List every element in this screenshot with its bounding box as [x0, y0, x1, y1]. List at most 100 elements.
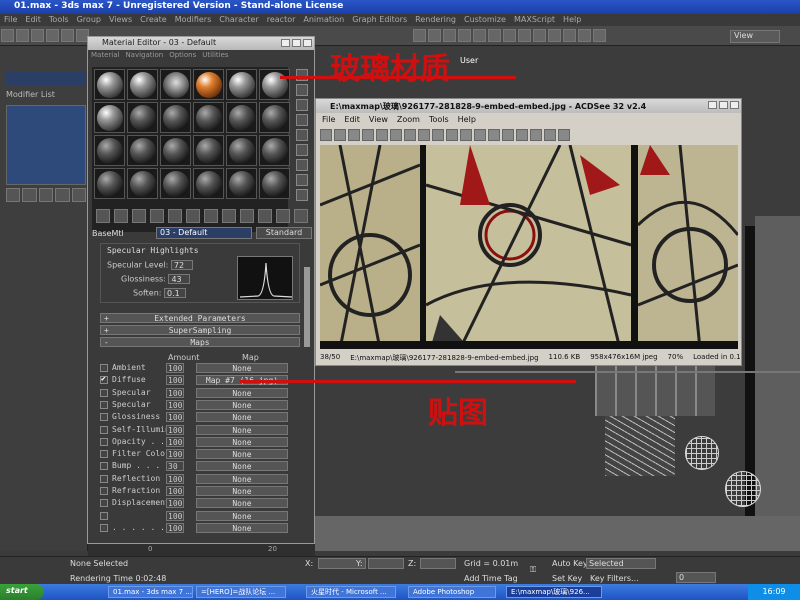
map-amount-spinner[interactable]: 30	[166, 461, 184, 472]
map-amount-spinner[interactable]: 100	[166, 412, 184, 423]
print-icon[interactable]	[390, 129, 402, 141]
sample-slot[interactable]	[259, 69, 290, 100]
acdsee-menu-tools[interactable]: Tools	[429, 115, 449, 127]
zoom-fit-icon[interactable]	[432, 129, 444, 141]
acdsee-menu-edit[interactable]: Edit	[344, 115, 360, 127]
acdsee-menu-zoom[interactable]: Zoom	[397, 115, 420, 127]
key-icon[interactable]: ⚿	[530, 565, 536, 575]
get-material-icon[interactable]	[96, 209, 110, 223]
maximize-icon[interactable]	[719, 101, 728, 109]
sample-slot[interactable]	[193, 135, 224, 166]
map-slot-button[interactable]: None	[196, 399, 288, 410]
bind-icon[interactable]	[61, 29, 74, 42]
map-slot-button[interactable]: None	[196, 436, 288, 447]
menu-navigation[interactable]: Navigation	[125, 51, 163, 61]
map-slot-button[interactable]: None	[196, 473, 288, 484]
show-map-icon[interactable]	[240, 209, 254, 223]
sample-slot[interactable]	[226, 102, 257, 133]
map-slot-button[interactable]: None	[196, 449, 288, 460]
select-scale-icon[interactable]	[442, 29, 456, 42]
menu-customize[interactable]: Customize	[464, 15, 506, 25]
map-amount-spinner[interactable]: 100	[166, 399, 184, 410]
soften-spinner[interactable]: 0.1	[164, 288, 187, 298]
sample-slot[interactable]	[127, 168, 158, 199]
task-photoshop[interactable]: Adobe Photoshop	[408, 586, 496, 598]
sample-type-icon[interactable]	[296, 69, 308, 81]
time-slider[interactable]: 0 20	[88, 544, 315, 556]
map-enable-checkbox[interactable]	[100, 511, 108, 520]
glossiness-spinner[interactable]: 43	[168, 274, 191, 284]
rollout-supersampling[interactable]: + SuperSampling	[100, 325, 300, 335]
y-coordinate-field[interactable]	[368, 558, 404, 569]
go-to-parent-icon[interactable]	[276, 209, 290, 223]
rotate-left-icon[interactable]	[460, 129, 472, 141]
zoom-out-icon[interactable]	[418, 129, 430, 141]
settings-icon[interactable]	[544, 129, 556, 141]
redo-icon[interactable]	[16, 29, 29, 42]
minimize-icon[interactable]	[708, 101, 717, 109]
menu-utilities[interactable]: Utilities	[202, 51, 228, 61]
specular-level-spinner[interactable]: 72	[170, 260, 193, 270]
rotate-right-icon[interactable]	[474, 129, 486, 141]
map-enable-checkbox[interactable]	[100, 413, 108, 422]
map-enable-checkbox[interactable]	[100, 400, 108, 409]
map-enable-checkbox[interactable]	[100, 425, 108, 434]
sample-slot[interactable]	[160, 102, 191, 133]
menu-edit[interactable]: Edit	[25, 15, 41, 25]
put-to-scene-icon[interactable]	[114, 209, 128, 223]
make-unique-icon[interactable]	[38, 188, 54, 202]
menu-reactor[interactable]: reactor	[267, 15, 296, 25]
object-name-field[interactable]	[6, 72, 86, 86]
go-forward-icon[interactable]	[294, 209, 308, 223]
angle-snap-icon[interactable]	[472, 29, 486, 42]
map-amount-spinner[interactable]: 100	[166, 486, 184, 496]
rollout-maps[interactable]: - Maps	[100, 337, 300, 347]
save-icon[interactable]	[376, 129, 388, 141]
map-amount-spinner[interactable]: 100	[166, 473, 184, 484]
map-amount-spinner[interactable]: 100	[166, 436, 184, 447]
select-move-icon[interactable]	[412, 29, 426, 42]
menu-help[interactable]: Help	[563, 15, 581, 25]
map-amount-spinner[interactable]: 100	[166, 387, 184, 398]
menu-file[interactable]: File	[4, 15, 17, 25]
sample-slot[interactable]	[259, 102, 290, 133]
map-amount-spinner[interactable]: 100	[166, 510, 184, 521]
map-enable-checkbox[interactable]	[100, 523, 108, 532]
sample-slot[interactable]	[127, 102, 158, 133]
map-enable-checkbox[interactable]	[100, 450, 108, 459]
rollout-extended-parameters[interactable]: + Extended Parameters	[100, 313, 300, 323]
map-slot-button[interactable]: None	[196, 522, 288, 533]
pin-stack-icon[interactable]	[6, 188, 21, 202]
map-enable-checkbox[interactable]	[100, 499, 108, 508]
map-slot-button[interactable]: None	[196, 498, 288, 509]
close-icon[interactable]	[303, 39, 312, 47]
map-amount-spinner[interactable]: 100	[166, 375, 184, 386]
video-check-icon[interactable]	[296, 129, 308, 141]
sample-slot[interactable]	[193, 102, 224, 133]
z-coordinate-field[interactable]	[420, 558, 456, 569]
sample-slot[interactable]	[160, 69, 191, 100]
map-slot-button[interactable]: None	[196, 363, 288, 373]
modifier-stack[interactable]	[6, 105, 86, 185]
material-editor-icon[interactable]	[562, 29, 576, 42]
menu-animation[interactable]: Animation	[303, 15, 344, 25]
key-filters-button[interactable]: Key Filters...	[590, 574, 639, 583]
map-enable-checkbox[interactable]	[100, 364, 108, 372]
sample-slot[interactable]	[193, 69, 224, 100]
sample-slot[interactable]	[259, 168, 290, 199]
map-enable-checkbox[interactable]: ✔	[100, 374, 108, 385]
task-hero-forum[interactable]: =[HERO]=战队论坛 ...	[196, 586, 286, 598]
close-icon[interactable]	[730, 101, 739, 109]
acdsee-menu-file[interactable]: File	[322, 115, 335, 127]
acdsee-menu-view[interactable]: View	[369, 115, 388, 127]
zoom-in-icon[interactable]	[404, 129, 416, 141]
undo-icon[interactable]	[1, 29, 14, 42]
menu-rendering[interactable]: Rendering	[415, 15, 456, 25]
minimize-icon[interactable]	[281, 39, 290, 47]
menu-maxscript[interactable]: MAXScript	[514, 15, 555, 25]
map-amount-spinner[interactable]: 100	[166, 363, 184, 373]
sample-slot[interactable]	[94, 102, 125, 133]
assign-material-icon[interactable]	[132, 209, 146, 223]
maximize-icon[interactable]	[292, 39, 301, 47]
map-slot-button[interactable]: None	[196, 412, 288, 423]
